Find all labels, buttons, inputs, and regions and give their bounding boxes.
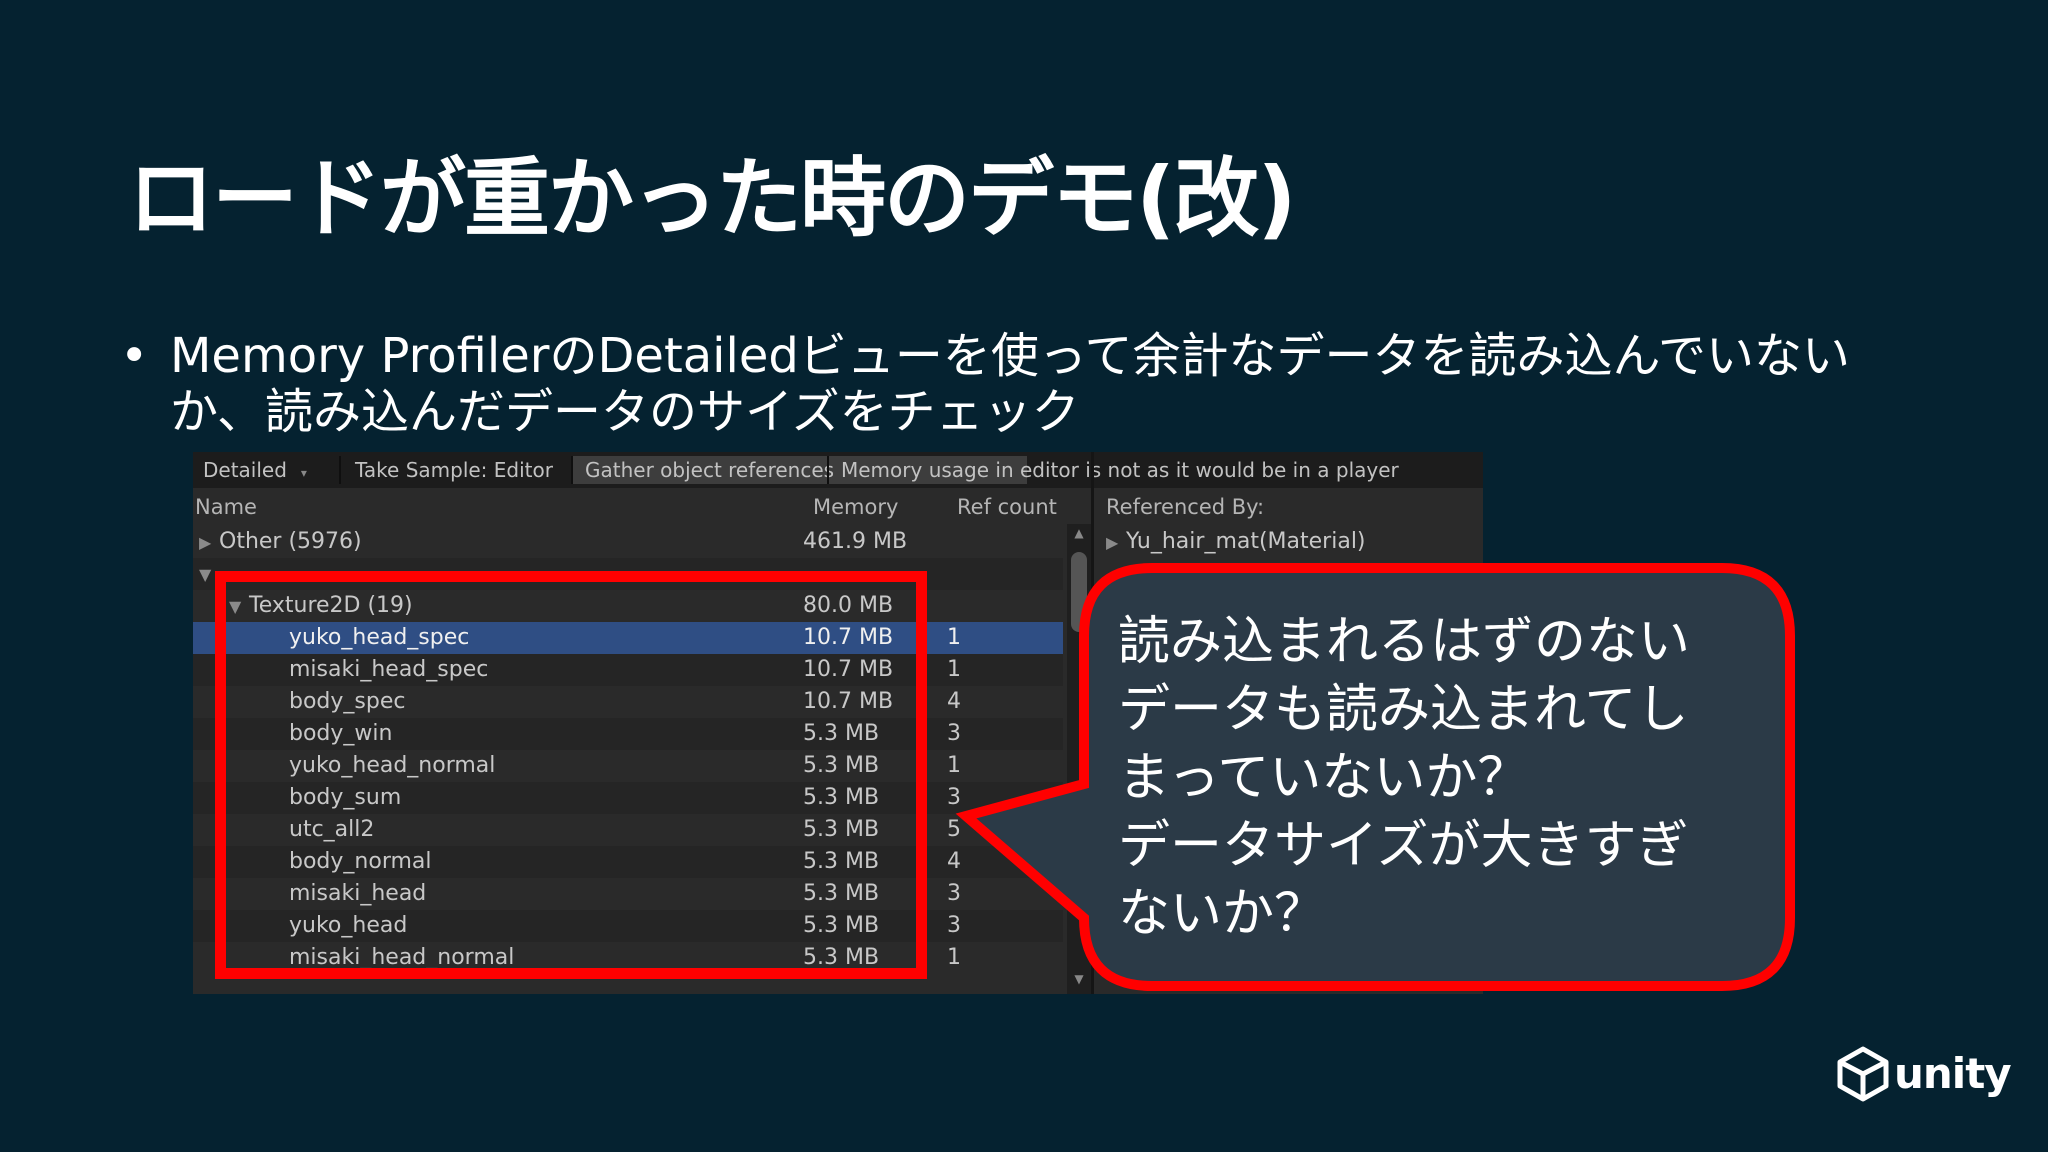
speech-bubble bbox=[955, 563, 1795, 991]
callout-text: 読み込まれるはずのない データも読み込まれてし まっていないか？ データサイズが… bbox=[1118, 608, 1758, 948]
callout-line: データも読み込まれてし bbox=[1118, 680, 1689, 740]
unity-cube-icon bbox=[1837, 1046, 1889, 1102]
unity-logo: unity bbox=[1836, 1046, 2012, 1106]
unity-wordmark: unity bbox=[1894, 1049, 2012, 1098]
callout-line: ないか？ bbox=[1118, 884, 1327, 944]
callout-line: データサイズが大きすぎ bbox=[1118, 816, 1689, 876]
callout-line: まっていないか？ bbox=[1118, 748, 1530, 808]
callout-line: 読み込まれるはずのない bbox=[1118, 612, 1691, 672]
